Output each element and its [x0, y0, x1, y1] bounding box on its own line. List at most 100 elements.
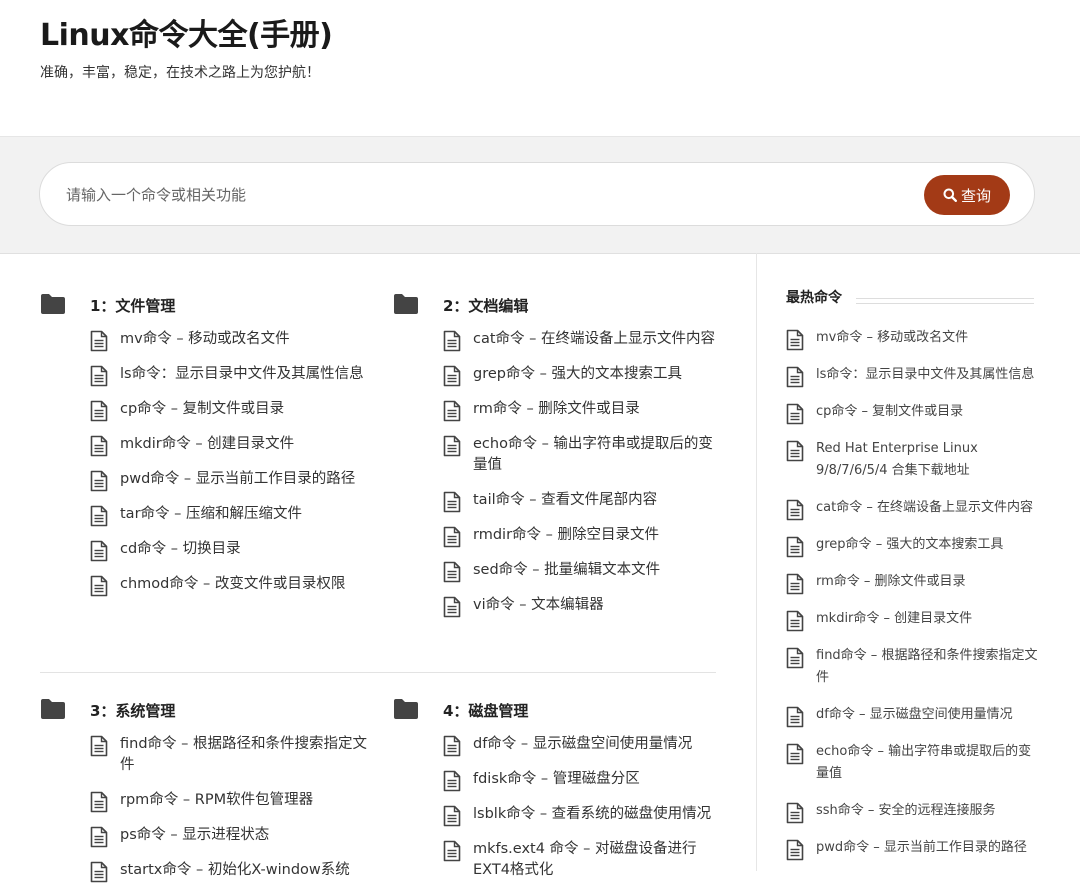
command-list-item: rmdir命令 – 删除空目录文件	[443, 525, 723, 548]
document-icon	[786, 403, 804, 425]
hot-command-link[interactable]: grep命令 – 强大的文本搜索工具	[816, 534, 1038, 556]
command-link[interactable]: sed命令 – 批量编辑文本文件	[473, 560, 723, 581]
command-link[interactable]: cp命令 – 复制文件或目录	[120, 399, 370, 420]
command-list-item: mv命令 – 移动或改名文件	[90, 329, 370, 352]
document-icon	[90, 791, 108, 813]
hot-command-item: ssh命令 – 安全的远程连接服务	[786, 800, 1038, 824]
command-link[interactable]: pwd命令 – 显示当前工作目录的路径	[120, 469, 370, 490]
command-link[interactable]: fdisk命令 – 管理磁盘分区	[473, 769, 723, 790]
command-categories: 1：文件管理 mv命令 – 移动或改名文件 ls命令：显示目录中文件及其属性信息 c…	[0, 253, 756, 883]
command-list-item: echo命令 – 输出字符串或提取后的变量值	[443, 434, 723, 476]
hot-command-link[interactable]: Red Hat Enterprise Linux 9/8/7/6/5/4 合集下…	[816, 438, 1038, 482]
document-icon	[90, 540, 108, 562]
hot-command-link[interactable]: df命令 – 显示磁盘空间使用量情况	[816, 704, 1038, 726]
command-link[interactable]: cd命令 – 切换目录	[120, 539, 370, 560]
document-icon	[443, 805, 461, 827]
category-header: 4：磁盘管理	[393, 698, 713, 724]
command-list-item: ls命令：显示目录中文件及其属性信息	[90, 364, 370, 387]
command-list-item: fdisk命令 – 管理磁盘分区	[443, 769, 723, 792]
document-icon	[443, 596, 461, 618]
hot-command-link[interactable]: ls命令：显示目录中文件及其属性信息	[816, 364, 1038, 386]
command-link[interactable]: df命令 – 显示磁盘空间使用量情况	[473, 734, 723, 755]
command-list-item: tar命令 – 压缩和解压缩文件	[90, 504, 370, 527]
hot-command-list: mv命令 – 移动或改名文件 ls命令：显示目录中文件及其属性信息 cp命令 – 复…	[786, 327, 1038, 874]
sidebar-heading: 最热命令	[786, 290, 842, 306]
document-icon	[443, 770, 461, 792]
category-title[interactable]: 2：文档编辑	[443, 295, 528, 316]
document-icon	[786, 573, 804, 595]
hot-command-item: rm命令 – 删除文件或目录	[786, 571, 1038, 595]
document-icon	[786, 839, 804, 861]
document-icon	[786, 440, 804, 462]
document-icon	[443, 365, 461, 387]
sidebar-divider	[756, 253, 757, 871]
hot-command-item: grep命令 – 强大的文本搜索工具	[786, 534, 1038, 558]
category-title[interactable]: 4：磁盘管理	[443, 700, 528, 721]
category-header: 3：系统管理	[40, 698, 360, 724]
command-link[interactable]: mkdir命令 – 创建目录文件	[120, 434, 370, 455]
document-icon	[90, 365, 108, 387]
search-input[interactable]	[64, 177, 888, 213]
sidebar-hot-commands: 最热命令 mv命令 – 移动或改名文件 ls命令：显示目录中文件及其属性信息 cp命…	[786, 253, 1038, 871]
search-button[interactable]: 查询	[924, 175, 1010, 215]
hot-command-item: cp命令 – 复制文件或目录	[786, 401, 1038, 425]
command-list-item: pwd命令 – 显示当前工作目录的路径	[90, 469, 370, 492]
hot-command-link[interactable]: cat命令 – 在终端设备上显示文件内容	[816, 497, 1038, 519]
command-link[interactable]: tail命令 – 查看文件尾部内容	[473, 490, 723, 511]
command-list: cat命令 – 在终端设备上显示文件内容 grep命令 – 强大的文本搜索工具 rm…	[443, 329, 723, 630]
hot-command-link[interactable]: mkdir命令 – 创建目录文件	[816, 608, 1038, 630]
hot-command-link[interactable]: mv命令 – 移动或改名文件	[816, 327, 1038, 349]
folder-icon	[40, 698, 66, 720]
command-link[interactable]: tar命令 – 压缩和解压缩文件	[120, 504, 370, 525]
hot-command-link[interactable]: pwd命令 – 显示当前工作目录的路径	[816, 837, 1038, 859]
hot-command-link[interactable]: echo命令 – 输出字符串或提取后的变量值	[816, 741, 1038, 785]
hot-command-item: cat命令 – 在终端设备上显示文件内容	[786, 497, 1038, 521]
hot-command-item: df命令 – 显示磁盘空间使用量情况	[786, 704, 1038, 728]
category-title[interactable]: 1：文件管理	[90, 295, 175, 316]
category-title[interactable]: 3：系统管理	[90, 700, 175, 721]
command-link[interactable]: cat命令 – 在终端设备上显示文件内容	[473, 329, 723, 350]
document-icon	[786, 366, 804, 388]
category-header: 2：文档编辑	[393, 293, 713, 319]
hot-command-link[interactable]: rm命令 – 删除文件或目录	[816, 571, 1038, 593]
document-icon	[443, 561, 461, 583]
command-link[interactable]: lsblk命令 – 查看系统的磁盘使用情况	[473, 804, 723, 825]
command-link[interactable]: vi命令 – 文本编辑器	[473, 595, 723, 616]
search-box: 查询	[39, 162, 1035, 226]
command-list: mv命令 – 移动或改名文件 ls命令：显示目录中文件及其属性信息 cp命令 – 复…	[90, 329, 370, 609]
command-list-item: rpm命令 – RPM软件包管理器	[90, 790, 370, 813]
command-link[interactable]: chmod命令 – 改变文件或目录权限	[120, 574, 370, 595]
command-list-item: vi命令 – 文本编辑器	[443, 595, 723, 618]
document-icon	[443, 491, 461, 513]
command-link[interactable]: rpm命令 – RPM软件包管理器	[120, 790, 370, 811]
command-link[interactable]: echo命令 – 输出字符串或提取后的变量值	[473, 434, 723, 476]
hot-command-link[interactable]: cp命令 – 复制文件或目录	[816, 401, 1038, 423]
document-icon	[90, 575, 108, 597]
site-header: Linux命令大全(手册) 准确，丰富，稳定，在技术之路上为您护航！	[0, 0, 1080, 136]
hot-command-item: echo命令 – 输出字符串或提取后的变量值	[786, 741, 1038, 785]
command-link[interactable]: ps命令 – 显示进程状态	[120, 825, 370, 846]
site-tagline: 准确，丰富，稳定，在技术之路上为您护航！	[40, 65, 320, 81]
command-link[interactable]: ls命令：显示目录中文件及其属性信息	[120, 364, 370, 385]
document-icon	[90, 735, 108, 757]
category-header: 1：文件管理	[40, 293, 360, 319]
command-list-item: cp命令 – 复制文件或目录	[90, 399, 370, 422]
command-link[interactable]: find命令 – 根据路径和条件搜索指定文件	[120, 734, 370, 776]
command-link[interactable]: grep命令 – 强大的文本搜索工具	[473, 364, 723, 385]
hot-command-link[interactable]: find命令 – 根据路径和条件搜索指定文件	[816, 645, 1038, 689]
command-link[interactable]: rmdir命令 – 删除空目录文件	[473, 525, 723, 546]
document-icon	[786, 536, 804, 558]
command-link[interactable]: mv命令 – 移动或改名文件	[120, 329, 370, 350]
command-list-item: ps命令 – 显示进程状态	[90, 825, 370, 848]
hot-command-link[interactable]: ssh命令 – 安全的远程连接服务	[816, 800, 1038, 822]
command-list-item: cat命令 – 在终端设备上显示文件内容	[443, 329, 723, 352]
command-link[interactable]: rm命令 – 删除文件或目录	[473, 399, 723, 420]
command-list-item: grep命令 – 强大的文本搜索工具	[443, 364, 723, 387]
hot-command-item: ls命令：显示目录中文件及其属性信息	[786, 364, 1038, 388]
hot-command-item: pwd命令 – 显示当前工作目录的路径	[786, 837, 1038, 861]
document-icon	[90, 400, 108, 422]
sidebar-heading-rule	[856, 298, 1034, 304]
site-title[interactable]: Linux命令大全(手册)	[40, 10, 333, 54]
command-link[interactable]: mkfs.ext4 命令 – 对磁盘设备进行EXT4格式化	[473, 839, 723, 881]
document-icon	[443, 840, 461, 862]
